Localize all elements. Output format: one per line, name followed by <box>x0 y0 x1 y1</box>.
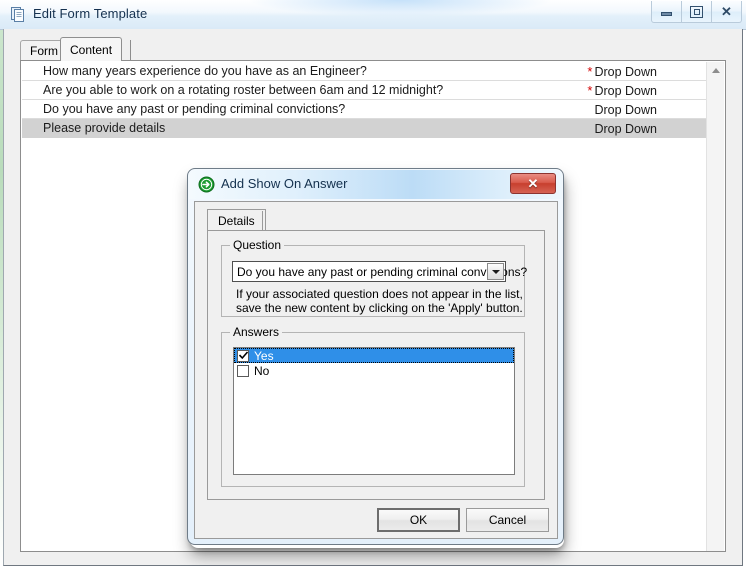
main-window-titlebar: Edit Form Template ✕ <box>0 0 746 30</box>
main-window-title: Edit Form Template <box>33 6 148 21</box>
tabstrip-divider <box>130 40 131 60</box>
question-text: Are you able to work on a rotating roste… <box>43 83 444 97</box>
caption-button-group: ✕ <box>651 1 742 23</box>
question-hint-line1: If your associated question does not app… <box>236 287 523 301</box>
table-row[interactable]: How many years experience do you have as… <box>22 62 709 81</box>
minimize-icon <box>661 12 672 16</box>
minimize-button[interactable] <box>651 1 682 23</box>
close-icon: ✕ <box>721 4 732 19</box>
tab-content-label: Content <box>70 42 113 57</box>
dialog-close-button[interactable]: ✕ <box>510 173 556 194</box>
question-hint: If your associated question does not app… <box>236 287 523 315</box>
tab-details-label: Details <box>218 213 255 228</box>
dialog-client-area: Details Question Do you have any past or… <box>194 201 558 539</box>
question-type: Drop Down <box>592 102 657 117</box>
chevron-down-icon[interactable] <box>487 263 504 280</box>
question-type: * Drop Down <box>587 64 657 79</box>
close-button[interactable]: ✕ <box>712 1 742 23</box>
question-dropdown[interactable]: Do you have any past or pending criminal… <box>232 261 527 282</box>
titlebar-glow <box>250 0 550 16</box>
list-item[interactable]: No <box>234 363 514 378</box>
answers-group-legend: Answers <box>230 325 283 339</box>
table-row[interactable]: Do you have any past or pending criminal… <box>22 100 709 119</box>
question-text: Do you have any past or pending criminal… <box>43 102 346 116</box>
ok-button[interactable]: OK <box>377 508 460 532</box>
checkbox-checked-icon[interactable] <box>237 349 249 362</box>
table-row[interactable]: Are you able to work on a rotating roste… <box>22 81 709 100</box>
checkbox-unchecked-icon[interactable] <box>237 364 249 377</box>
document-pages-icon <box>10 6 28 24</box>
question-text: How many years experience do you have as… <box>43 64 367 78</box>
required-star: * <box>587 63 593 79</box>
question-hint-line2: save the new content by clicking on the … <box>236 301 523 315</box>
cancel-button-label: Cancel <box>488 513 527 527</box>
scroll-up-arrow-icon[interactable] <box>707 62 724 79</box>
question-text: Please provide details <box>43 121 166 135</box>
green-arrow-circle-icon <box>198 176 215 193</box>
question-type-label: Drop Down <box>594 121 657 136</box>
question-type: * Drop Down <box>587 83 657 98</box>
close-icon: ✕ <box>527 175 539 191</box>
answer-label: No <box>254 363 270 378</box>
table-row[interactable]: Please provide details Drop Down <box>22 119 709 138</box>
question-list-scrollbar[interactable] <box>706 62 724 551</box>
main-tabstrip: Form Content <box>20 37 726 61</box>
question-type-label: Drop Down <box>594 83 657 98</box>
cancel-button[interactable]: Cancel <box>466 508 549 532</box>
dialog-titlebar: Add Show On Answer ✕ <box>189 170 562 199</box>
question-type: Drop Down <box>592 121 657 136</box>
question-type-label: Drop Down <box>594 102 657 117</box>
question-groupbox: Question Do you have any past or pending… <box>221 238 527 317</box>
question-group-legend: Question <box>230 238 285 252</box>
ok-button-label: OK <box>409 513 428 527</box>
add-show-on-answer-dialog: Add Show On Answer ✕ Details Question Do… <box>187 168 564 545</box>
answers-checklist[interactable]: Yes No <box>233 347 515 475</box>
details-tab-panel: Question Do you have any past or pending… <box>207 230 545 500</box>
maximize-button[interactable] <box>682 1 712 23</box>
list-item[interactable]: Yes <box>234 348 514 363</box>
maximize-icon <box>690 5 703 18</box>
dialog-title: Add Show On Answer <box>221 176 348 191</box>
tab-details[interactable]: Details <box>207 209 266 231</box>
answer-label: Yes <box>254 348 274 363</box>
dialog-tabstrip-divider <box>262 211 263 230</box>
question-dropdown-value: Do you have any past or pending criminal… <box>237 264 528 279</box>
required-star: * <box>587 82 593 98</box>
tab-content[interactable]: Content <box>60 37 123 61</box>
answers-groupbox: Answers Yes No <box>221 325 525 487</box>
question-type-label: Drop Down <box>594 64 657 79</box>
dialog-tabstrip: Details <box>207 209 545 231</box>
tab-form-label: Form <box>30 44 58 58</box>
